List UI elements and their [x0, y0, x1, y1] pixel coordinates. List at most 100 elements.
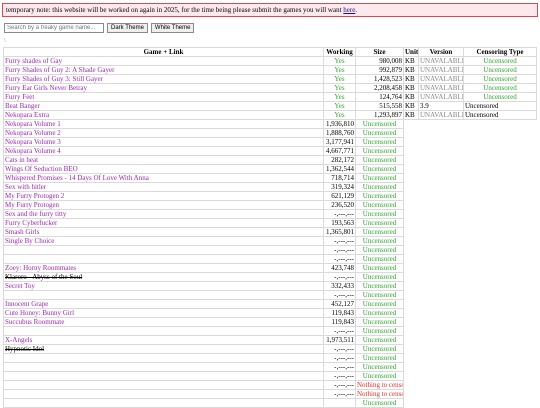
- game-link[interactable]: Nekopara Volume 2: [3, 128, 324, 138]
- game-link[interactable]: Secret Toy: [3, 281, 324, 291]
- white-theme-button[interactable]: White Theme: [150, 23, 195, 33]
- game-link[interactable]: Furry Feet: [3, 92, 324, 102]
- game-link[interactable]: Single By Choice: [3, 236, 324, 246]
- notice-link[interactable]: here: [343, 6, 355, 14]
- game-link[interactable]: Nekopara Volume 4: [3, 146, 324, 156]
- game-link[interactable]: Hypnotic Idol: [3, 344, 324, 354]
- table-row: Hypnotic Idol -,---,--- Uncensored: [3, 344, 537, 354]
- notice-text: temporary note: this website will be wor…: [6, 6, 344, 14]
- game-link[interactable]: [3, 371, 324, 381]
- search-input[interactable]: [4, 23, 104, 33]
- table-row: Furry Shades of Guy 3: Still Gayer Yes 1,4…: [3, 74, 537, 84]
- table-row: Furry Cyberfucker 193,563 Uncensored: [3, 218, 537, 228]
- empty-cell: [419, 381, 464, 390]
- empty-cell: [464, 354, 537, 363]
- empty-cell: [464, 147, 537, 156]
- empty-cell: [464, 390, 537, 399]
- censoring-type: Uncensored: [355, 272, 404, 282]
- game-link[interactable]: [3, 362, 324, 372]
- size-value: 4,667,771: [323, 146, 356, 156]
- game-link[interactable]: Nekopara Volume 1: [3, 119, 324, 129]
- empty-cell: [404, 390, 419, 399]
- game-link[interactable]: [3, 326, 324, 336]
- empty-cell: [404, 264, 419, 273]
- empty-cell: [419, 282, 464, 291]
- header-censoring[interactable]: Censoring Type: [463, 47, 537, 57]
- censoring-type: Uncensored: [355, 263, 404, 273]
- empty-cell: [404, 300, 419, 309]
- game-link[interactable]: Sex and the furry titty: [3, 209, 324, 219]
- size-value: 282,172: [323, 155, 356, 165]
- game-link[interactable]: Furry Ear Girls Never Betray: [3, 83, 324, 93]
- game-link[interactable]: [3, 389, 324, 399]
- table-row: Nekopara Extra Yes 1,293,897 KB UNAVALABLE Un…: [3, 110, 537, 120]
- game-link[interactable]: X-Angels: [3, 335, 324, 345]
- game-link[interactable]: Smash Girls: [3, 227, 324, 237]
- game-link[interactable]: Nekopara Extra: [3, 110, 324, 120]
- game-link[interactable]: Klaroro - Abyss of the Soul: [3, 272, 324, 282]
- table-row: -,---,--- Nothing to censor: [3, 380, 537, 390]
- empty-cell: [419, 147, 464, 156]
- empty-cell: [404, 201, 419, 210]
- game-link[interactable]: Cute Honey: Bunny Girl: [3, 308, 324, 318]
- game-link[interactable]: Furry Shades of Guy 2: A Shade Gayer: [3, 65, 324, 75]
- game-link[interactable]: Wings Of Seduction BEO: [3, 164, 324, 174]
- header-unit[interactable]: Unit: [403, 47, 419, 57]
- empty-cell: [419, 300, 464, 309]
- game-link[interactable]: [3, 380, 324, 390]
- size-value: 124,764: [355, 92, 404, 102]
- table-row: My Furry Protogen 236,520 Uncensored: [3, 200, 537, 210]
- game-link[interactable]: [3, 353, 324, 363]
- game-link[interactable]: [3, 254, 324, 264]
- game-link[interactable]: My Furry Protogen: [3, 200, 324, 210]
- game-link[interactable]: Cats in heat: [3, 155, 324, 165]
- controls-bar: Dark Theme White Theme: [4, 23, 195, 33]
- game-link[interactable]: Furry Shades of Guy 3: Still Gayer: [3, 74, 324, 84]
- size-unit: KB: [403, 74, 419, 84]
- dark-theme-button[interactable]: Dark Theme: [107, 23, 148, 33]
- game-link[interactable]: [3, 245, 324, 255]
- size-value: 1,293,897: [355, 110, 404, 120]
- game-link[interactable]: Whispered Promises - 14 Days Of Love Wit…: [3, 173, 324, 183]
- censoring-type: Uncensored: [355, 200, 404, 210]
- header-working[interactable]: Working: [323, 47, 356, 57]
- game-link[interactable]: Furry Cyberfucker: [3, 218, 324, 228]
- version-value: UNAVALABLE: [418, 110, 464, 120]
- size-unit: KB: [403, 110, 419, 120]
- game-link[interactable]: [3, 290, 324, 300]
- size-value: -,---,---: [323, 344, 356, 354]
- censoring-type: Uncensored: [355, 209, 404, 219]
- empty-cell: [419, 246, 464, 255]
- empty-cell: [464, 345, 537, 354]
- game-link[interactable]: Succubus Roommate: [3, 317, 324, 327]
- empty-cell: [404, 345, 419, 354]
- game-link[interactable]: [3, 398, 324, 408]
- empty-cell: [464, 201, 537, 210]
- game-link[interactable]: Furry shades of Gay: [3, 56, 324, 66]
- game-link[interactable]: Beat Banger: [3, 101, 324, 111]
- game-link[interactable]: Innocent Grape: [3, 299, 324, 309]
- censoring-type: Uncensored: [355, 308, 404, 318]
- censoring-type: Uncensored: [355, 155, 404, 165]
- game-link[interactable]: Sex with hitler: [3, 182, 324, 192]
- version-value: UNAVALABLE: [418, 83, 464, 93]
- empty-cell: [404, 237, 419, 246]
- censoring-type: Uncensored: [355, 164, 404, 174]
- size-value: -,---,---: [323, 209, 356, 219]
- empty-cell: [404, 246, 419, 255]
- game-link[interactable]: Zoey: Horny Roommates: [3, 263, 324, 273]
- size-value: 718,714: [323, 173, 356, 183]
- size-value: 2,208,458: [355, 83, 404, 93]
- game-link[interactable]: My Furry Protogen 2: [3, 191, 324, 201]
- censoring-type: Uncensored: [355, 227, 404, 237]
- empty-cell: [419, 363, 464, 372]
- header-size[interactable]: Size: [355, 47, 404, 57]
- size-unit: KB: [403, 83, 419, 93]
- working-status: Yes: [323, 74, 356, 84]
- header-game-link[interactable]: Game + Link: [3, 47, 324, 57]
- header-version[interactable]: Version: [418, 47, 464, 57]
- version-value: UNAVALABLE: [418, 92, 464, 102]
- game-link[interactable]: Nekopara Volume 3: [3, 137, 324, 147]
- empty-cell: [464, 183, 537, 192]
- empty-cell: [404, 291, 419, 300]
